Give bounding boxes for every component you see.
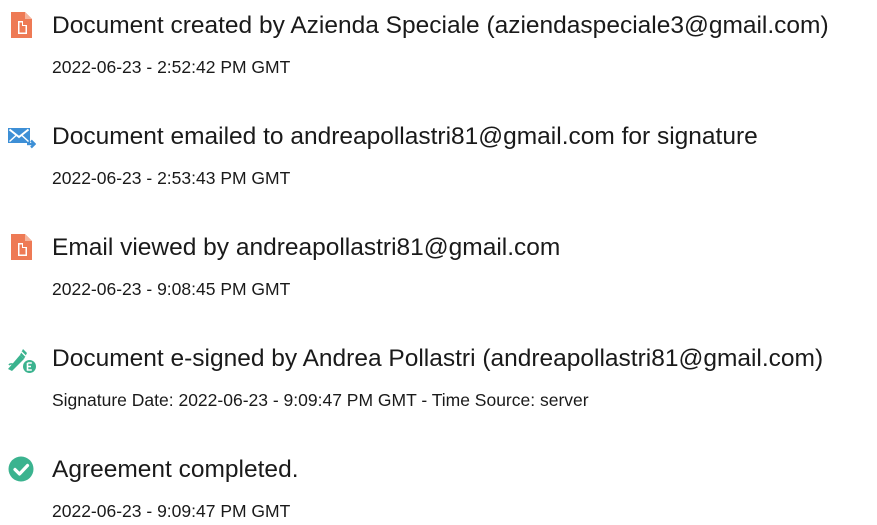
event-agreement-completed: Agreement completed. 2022-06-23 - 9:09:4… <box>0 444 877 524</box>
email-icon <box>6 120 36 152</box>
event-title: Email viewed by andreapollastri81@gmail.… <box>52 234 561 261</box>
event-document-created: Document created by Azienda Speciale (az… <box>0 0 877 80</box>
audit-event-list: Document created by Azienda Speciale (az… <box>0 0 877 525</box>
document-icon <box>6 231 36 263</box>
event-signature-info: Signature Date: 2022-06-23 - 9:09:47 PM … <box>52 390 589 410</box>
event-title: Document e-signed by Andrea Pollastri (a… <box>52 345 824 372</box>
event-title: Agreement completed. <box>52 456 299 483</box>
event-title: Document emailed to andreapollastri81@gm… <box>52 123 758 150</box>
event-document-esigned: Document e-signed by Andrea Pollastri (a… <box>0 333 877 413</box>
document-icon <box>6 9 36 41</box>
event-timestamp: 2022-06-23 - 2:52:42 PM GMT <box>52 57 291 77</box>
event-email-viewed: Email viewed by andreapollastri81@gmail.… <box>0 222 877 302</box>
checkmark-circle-icon <box>6 453 36 485</box>
event-title: Document created by Azienda Speciale (az… <box>52 12 829 39</box>
event-timestamp: 2022-06-23 - 9:09:47 PM GMT <box>52 501 291 521</box>
event-timestamp: 2022-06-23 - 9:08:45 PM GMT <box>52 279 291 299</box>
event-timestamp: 2022-06-23 - 2:53:43 PM GMT <box>52 168 291 188</box>
event-document-emailed: Document emailed to andreapollastri81@gm… <box>0 111 877 191</box>
esign-pen-icon <box>6 342 36 374</box>
